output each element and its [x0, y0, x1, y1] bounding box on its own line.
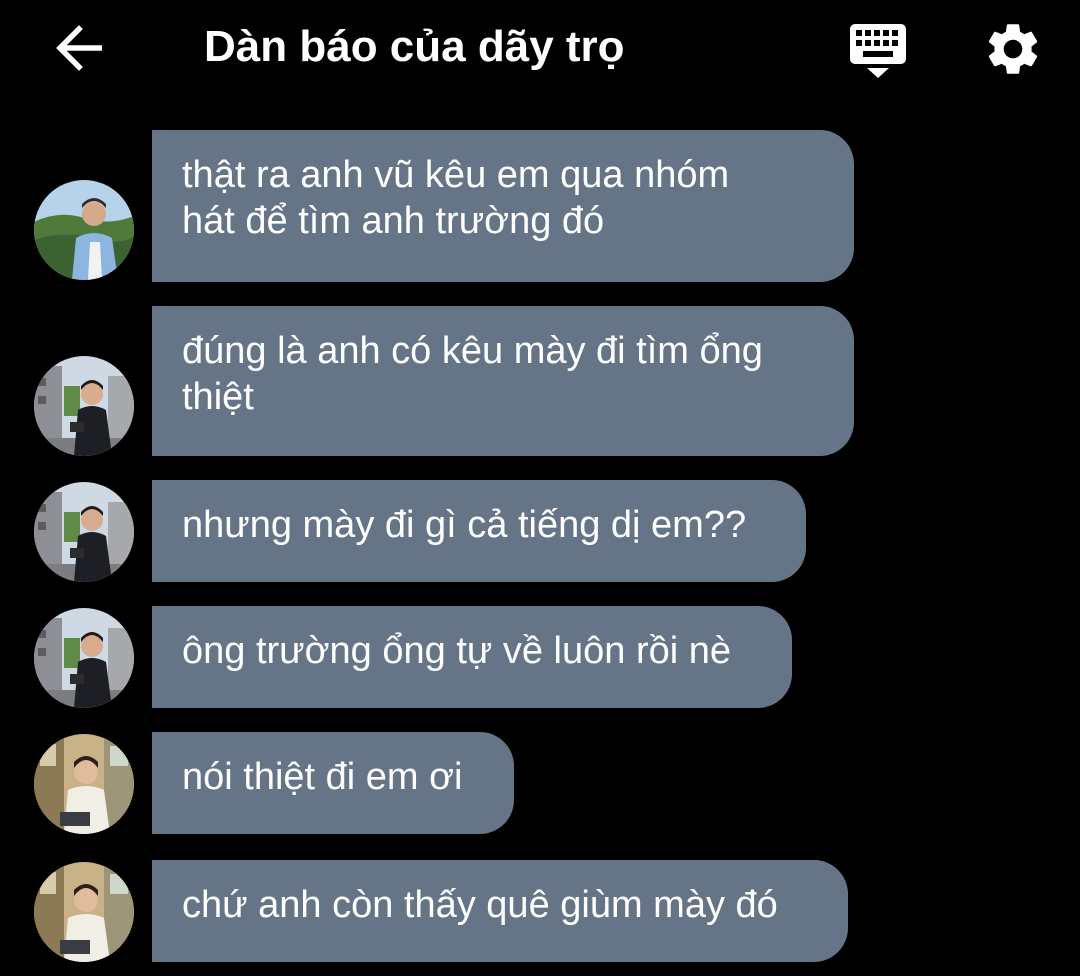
- message-bubble[interactable]: chứ anh còn thấy quê giùm mày đó: [152, 860, 848, 962]
- chat-title: Dàn báo của dãy trọ: [204, 22, 625, 71]
- message-row: nói thiệt đi em ơi: [0, 732, 1080, 834]
- avatar[interactable]: [34, 180, 134, 280]
- message-row: chứ anh còn thấy quê giùm mày đó: [0, 860, 1080, 962]
- message-bubble[interactable]: ông trường ổng tự về luôn rồi nè: [152, 606, 792, 708]
- arrow-left-icon: [56, 25, 102, 71]
- message-bubble[interactable]: đúng là anh có kêu mày đi tìm ổng thiệt: [152, 306, 854, 456]
- avatar[interactable]: [34, 862, 134, 962]
- message-bubble[interactable]: nói thiệt đi em ơi: [152, 732, 514, 834]
- message-row: thật ra anh vũ kêu em qua nhóm hát để tì…: [0, 130, 1080, 282]
- message-bubble[interactable]: thật ra anh vũ kêu em qua nhóm hát để tì…: [152, 130, 854, 282]
- keyboard-hide-icon: [850, 24, 906, 78]
- back-button[interactable]: [50, 20, 110, 76]
- avatar[interactable]: [34, 356, 134, 456]
- avatar-cafe-sitting: [34, 862, 134, 962]
- message-bubble[interactable]: nhưng mày đi gì cả tiếng dị em??: [152, 480, 806, 582]
- avatar[interactable]: [34, 734, 134, 834]
- settings-button[interactable]: [982, 18, 1044, 80]
- message-row: ông trường ổng tự về luôn rồi nè: [0, 606, 1080, 708]
- message-row: nhưng mày đi gì cả tiếng dị em??: [0, 480, 1080, 582]
- avatar-street-camera: [34, 482, 134, 582]
- app-header: Dàn báo của dãy trọ: [0, 0, 1080, 100]
- avatar-street-camera: [34, 608, 134, 708]
- avatar-cafe-sitting: [34, 734, 134, 834]
- avatar[interactable]: [34, 608, 134, 708]
- gear-icon: [988, 24, 1038, 74]
- avatar-outdoor-hills: [34, 180, 134, 280]
- keyboard-toggle-button[interactable]: [846, 20, 910, 82]
- message-row: đúng là anh có kêu mày đi tìm ổng thiệt: [0, 306, 1080, 456]
- avatar[interactable]: [34, 482, 134, 582]
- avatar-street-camera: [34, 356, 134, 456]
